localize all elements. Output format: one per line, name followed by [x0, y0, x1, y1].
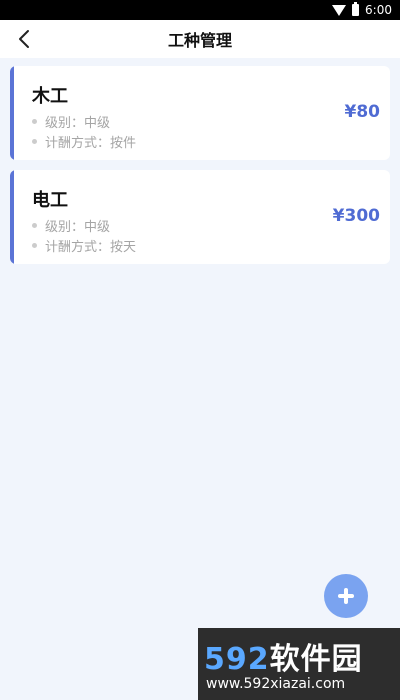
page-title: 工种管理: [167, 31, 232, 50]
watermark-number: 592: [204, 642, 270, 677]
back-button[interactable]: [14, 29, 34, 49]
job-name: 木工: [32, 86, 68, 107]
card-accent: [10, 170, 14, 264]
job-price: ¥300: [332, 206, 380, 226]
job-pay-method: 计酬方式：按天: [32, 236, 136, 255]
add-job-type-button[interactable]: [324, 574, 368, 618]
top-bar: 工种管理: [0, 20, 400, 58]
status-bar: 6:00: [0, 0, 400, 20]
plus-icon: [338, 588, 354, 604]
card-accent: [10, 66, 14, 160]
bullet-dot: [32, 139, 37, 144]
status-time: 6:00: [365, 3, 392, 17]
watermark-url: www.592xiazai.com: [206, 676, 346, 692]
chevron-left-icon: [19, 30, 29, 48]
job-level: 级别：中级: [32, 216, 110, 235]
watermark: 592软件园 www.592xiazai.com: [198, 628, 400, 700]
bullet-dot: [32, 223, 37, 228]
battery-icon: [352, 2, 360, 16]
job-type-card-carpenter[interactable]: 木工 级别：中级 计酬方式：按件 ¥80: [10, 66, 390, 160]
job-level: 级别：中级: [32, 112, 110, 131]
watermark-text: 软件园: [269, 642, 363, 677]
job-pay-method: 计酬方式：按件: [32, 132, 136, 151]
job-price: ¥80: [344, 102, 381, 122]
bullet-dot: [32, 243, 37, 248]
bullet-dot: [32, 119, 37, 124]
wifi-icon: [332, 4, 347, 16]
job-type-card-electrician[interactable]: 电工 级别：中级 计酬方式：按天 ¥300: [10, 170, 390, 264]
job-name: 电工: [32, 190, 68, 211]
